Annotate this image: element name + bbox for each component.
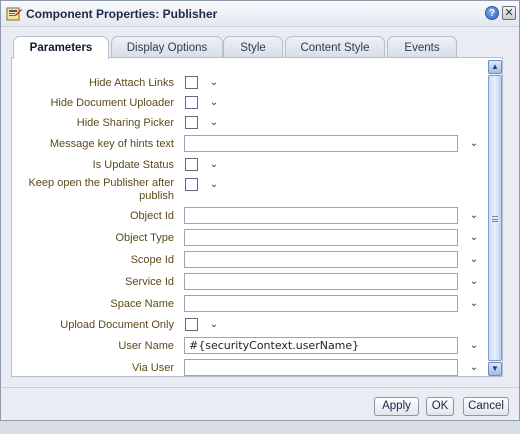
param-message-key-hints: Message key of hints text ⌄ xyxy=(12,135,488,153)
param-object-id: Object Id ⌄ xyxy=(12,207,488,225)
chevron-down-icon[interactable]: ⌄ xyxy=(469,139,479,149)
label-keep-open-line1: Keep open the Publisher after xyxy=(28,177,174,189)
close-icon[interactable]: ✕ xyxy=(502,6,516,20)
param-scope-id: Scope Id ⌄ xyxy=(12,251,488,269)
param-keep-open-publisher: Keep open the Publisher after publish ⌄ xyxy=(12,177,488,205)
label-keep-open-line2: publish xyxy=(139,190,174,202)
chevron-down-icon[interactable]: ⌄ xyxy=(209,118,219,128)
object-type-field[interactable] xyxy=(184,229,458,246)
checkbox-upload-document-only[interactable] xyxy=(185,318,198,331)
chevron-down-icon[interactable]: ⌄ xyxy=(209,78,219,88)
param-is-update-status: Is Update Status ⌄ xyxy=(12,158,488,173)
chevron-down-icon[interactable]: ⌄ xyxy=(469,341,479,351)
param-space-name: Space Name ⌄ xyxy=(12,295,488,313)
chevron-down-icon[interactable]: ⌄ xyxy=(469,363,479,373)
label-scope-id: Scope Id xyxy=(130,254,174,266)
param-via-user: Via User ⌄ xyxy=(12,359,488,376)
label-hide-sharing-picker: Hide Sharing Picker xyxy=(76,117,174,129)
via-user-field[interactable] xyxy=(184,359,458,376)
space-name-field[interactable] xyxy=(184,295,458,312)
label-is-update-status: Is Update Status xyxy=(92,159,174,171)
properties-icon xyxy=(6,7,22,21)
label-space-name: Space Name xyxy=(110,298,174,310)
param-object-type: Object Type ⌄ xyxy=(12,229,488,247)
vertical-scrollbar[interactable]: ▲ ▼ xyxy=(488,60,502,376)
chevron-down-icon[interactable]: ⌄ xyxy=(469,255,479,265)
tab-style[interactable]: Style xyxy=(223,36,283,58)
param-hide-document-uploader: Hide Document Uploader ⌄ xyxy=(12,96,488,111)
label-object-id: Object Id xyxy=(129,210,174,222)
checkbox-hide-attach-links[interactable] xyxy=(185,76,198,89)
parameters-panel: Hide Attach Links ⌄ Hide Document Upload… xyxy=(11,57,503,377)
scroll-up-icon[interactable]: ▲ xyxy=(488,60,502,74)
chevron-down-icon[interactable]: ⌄ xyxy=(469,277,479,287)
label-hide-document-uploader: Hide Document Uploader xyxy=(50,97,174,109)
chevron-down-icon[interactable]: ⌄ xyxy=(209,180,219,190)
checkbox-hide-document-uploader[interactable] xyxy=(185,96,198,109)
tab-events[interactable]: Events xyxy=(387,36,457,58)
chevron-down-icon[interactable]: ⌄ xyxy=(209,160,219,170)
param-hide-sharing-picker: Hide Sharing Picker ⌄ xyxy=(12,116,488,131)
chevron-down-icon[interactable]: ⌄ xyxy=(469,211,479,221)
chevron-down-icon[interactable]: ⌄ xyxy=(469,299,479,309)
checkbox-hide-sharing-picker[interactable] xyxy=(185,116,198,129)
tab-parameters[interactable]: Parameters xyxy=(13,36,109,59)
param-user-name: User Name #{securityContext.userName} ⌄ xyxy=(12,337,488,355)
param-upload-document-only: Upload Document Only ⌄ xyxy=(12,318,488,333)
service-id-field[interactable] xyxy=(184,273,458,290)
apply-button[interactable]: Apply xyxy=(374,397,419,416)
tab-strip: Parameters Display Options Style Content… xyxy=(11,36,511,59)
param-service-id: Service Id ⌄ xyxy=(12,273,488,291)
tab-content-style[interactable]: Content Style xyxy=(285,36,385,58)
help-icon[interactable]: ? xyxy=(485,6,499,20)
label-message-key-hints: Message key of hints text xyxy=(49,138,174,150)
scope-id-field[interactable] xyxy=(184,251,458,268)
chevron-down-icon[interactable]: ⌄ xyxy=(209,98,219,108)
component-properties-dialog: Component Properties: Publisher ? ✕ Para… xyxy=(0,0,520,421)
title-bar: Component Properties: Publisher ? ✕ xyxy=(1,1,519,27)
dialog-title: Component Properties: Publisher xyxy=(26,7,218,21)
label-service-id: Service Id xyxy=(125,276,174,288)
scroll-thumb[interactable] xyxy=(488,75,502,361)
label-object-type: Object Type xyxy=(115,232,175,244)
param-hide-attach-links: Hide Attach Links ⌄ xyxy=(12,76,488,91)
checkbox-is-update-status[interactable] xyxy=(185,158,198,171)
tab-display-options[interactable]: Display Options xyxy=(111,36,223,58)
label-via-user: Via User xyxy=(132,362,174,374)
dialog-footer: Apply OK Cancel xyxy=(2,387,519,420)
cancel-button[interactable]: Cancel xyxy=(463,397,509,416)
label-user-name: User Name xyxy=(118,340,174,352)
label-upload-document-only: Upload Document Only xyxy=(60,319,174,331)
ok-button[interactable]: OK xyxy=(426,397,454,416)
chevron-down-icon[interactable]: ⌄ xyxy=(469,233,479,243)
grip-icon xyxy=(492,216,498,222)
message-key-hints-field[interactable] xyxy=(184,135,458,152)
scroll-down-icon[interactable]: ▼ xyxy=(488,362,502,376)
user-name-field[interactable]: #{securityContext.userName} xyxy=(184,337,458,354)
label-hide-attach-links: Hide Attach Links xyxy=(89,77,174,89)
chevron-down-icon[interactable]: ⌄ xyxy=(209,320,219,330)
checkbox-keep-open-publisher[interactable] xyxy=(185,178,198,191)
object-id-field[interactable] xyxy=(184,207,458,224)
